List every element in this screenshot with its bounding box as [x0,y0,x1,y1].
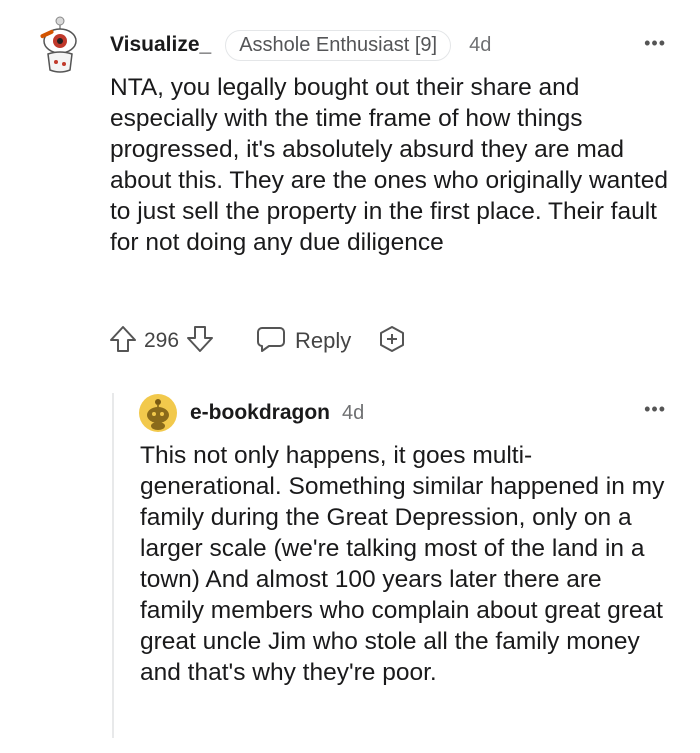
award-plus-icon [377,324,407,359]
reply-more-options-icon[interactable]: ••• [644,400,666,418]
upvote-icon[interactable] [108,324,138,359]
user-avatar[interactable] [36,14,84,76]
award-button[interactable] [377,324,407,359]
thread-line[interactable] [112,393,114,738]
downvote-icon[interactable] [185,324,215,359]
more-options-icon[interactable]: ••• [644,34,666,52]
comment-header: Visualize_ Asshole Enthusiast [9] 4d [110,29,492,61]
comment-actions: 296 Reply [108,322,407,360]
reply-label: Reply [295,328,352,353]
reply-username[interactable]: e-bookdragon [190,401,330,425]
reply-body: This not only happens, it goes multi-gen… [140,442,665,686]
speech-bubble-icon [255,324,287,359]
snoo-avatar-icon [40,16,77,73]
username[interactable]: Visualize_ [110,33,211,57]
timestamp: 4d [469,33,492,56]
reply-timestamp: 4d [342,401,365,424]
reply-button[interactable]: Reply [255,324,351,359]
comment-body: NTA, you legally bought out their share … [110,74,668,256]
snoo-avatar-icon [139,394,177,432]
reply-header: e-bookdragon 4d [190,398,364,428]
vote-count: 296 [144,329,180,352]
reply-avatar[interactable] [138,393,178,433]
user-flair: Asshole Enthusiast [9] [225,29,452,61]
